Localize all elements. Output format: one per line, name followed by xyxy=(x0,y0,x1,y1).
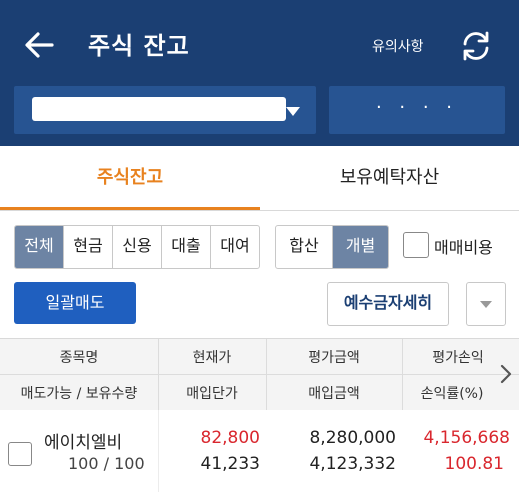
header-divider xyxy=(0,374,519,375)
active-tab-indicator xyxy=(0,207,260,210)
back-arrow-icon[interactable] xyxy=(22,28,56,62)
column-divider xyxy=(158,410,159,492)
col-header-quantity: 매도가능 / 보유수량 xyxy=(20,386,138,402)
chevron-down-icon xyxy=(286,107,300,116)
col-header-purchase-amount: 매입금액 xyxy=(308,386,360,402)
notice-link[interactable]: 유의사항 xyxy=(372,36,424,56)
page-title: 주식 잔고 xyxy=(88,32,190,60)
bulk-sell-button[interactable]: 일괄매도 xyxy=(14,282,136,324)
current-price: 82,800 xyxy=(200,428,260,448)
eval-amount: 8,280,000 xyxy=(309,428,396,448)
purchase-amount: 4,123,332 xyxy=(309,454,396,474)
filter-all[interactable]: 전체 xyxy=(15,226,64,268)
password-field[interactable]: · · · · xyxy=(329,86,505,134)
deposit-detail-button[interactable]: 예수금자세히 xyxy=(327,282,449,326)
chevron-right-icon[interactable] xyxy=(495,360,517,388)
return-rate: 100.81 xyxy=(444,454,504,474)
view-individual[interactable]: 개별 xyxy=(333,226,388,268)
col-header-name: 종목명 xyxy=(59,350,99,366)
stock-name[interactable]: 에이치엘비 xyxy=(44,428,122,453)
view-mode-toggle: 합산 개별 xyxy=(275,225,389,269)
masked-account-number xyxy=(32,97,286,121)
tab-bar: 주식잔고 보유예탁자산 xyxy=(0,146,519,211)
purchase-price: 41,233 xyxy=(200,454,260,474)
trading-fee-checkbox[interactable] xyxy=(403,232,429,258)
tab-deposit-assets[interactable]: 보유예탁자산 xyxy=(260,146,519,210)
filter-cash[interactable]: 현금 xyxy=(64,226,113,268)
tab-stock-balance[interactable]: 주식잔고 xyxy=(0,146,260,210)
refresh-icon[interactable] xyxy=(458,28,494,64)
trading-fee-label: 매매비용 xyxy=(434,238,493,257)
more-options-dropdown[interactable] xyxy=(466,282,506,326)
filter-credit[interactable]: 신용 xyxy=(113,226,162,268)
col-header-purchase-price: 매입단가 xyxy=(186,386,238,402)
col-header-return-rate: 손익률(%) xyxy=(420,386,484,402)
eval-profit-loss: 4,156,668 xyxy=(423,428,510,448)
col-header-current-price: 현재가 xyxy=(192,350,232,366)
view-combined[interactable]: 합산 xyxy=(276,226,333,268)
filter-lending[interactable]: 대여 xyxy=(211,226,259,268)
chevron-down-icon xyxy=(480,301,492,308)
col-header-eval-amount: 평가금액 xyxy=(308,350,360,366)
row-select-checkbox[interactable] xyxy=(8,442,32,466)
account-type-filter: 전체 현금 신용 대출 대여 xyxy=(14,225,260,269)
app-header: 주식 잔고 유의사항 · · · · xyxy=(0,0,519,146)
account-select[interactable] xyxy=(14,86,316,134)
filter-loan[interactable]: 대출 xyxy=(162,226,211,268)
stock-quantity: 100 / 100 xyxy=(68,454,145,473)
table-header: 종목명 현재가 평가금액 평가손익 매도가능 / 보유수량 매입단가 매입금액 … xyxy=(0,338,519,412)
